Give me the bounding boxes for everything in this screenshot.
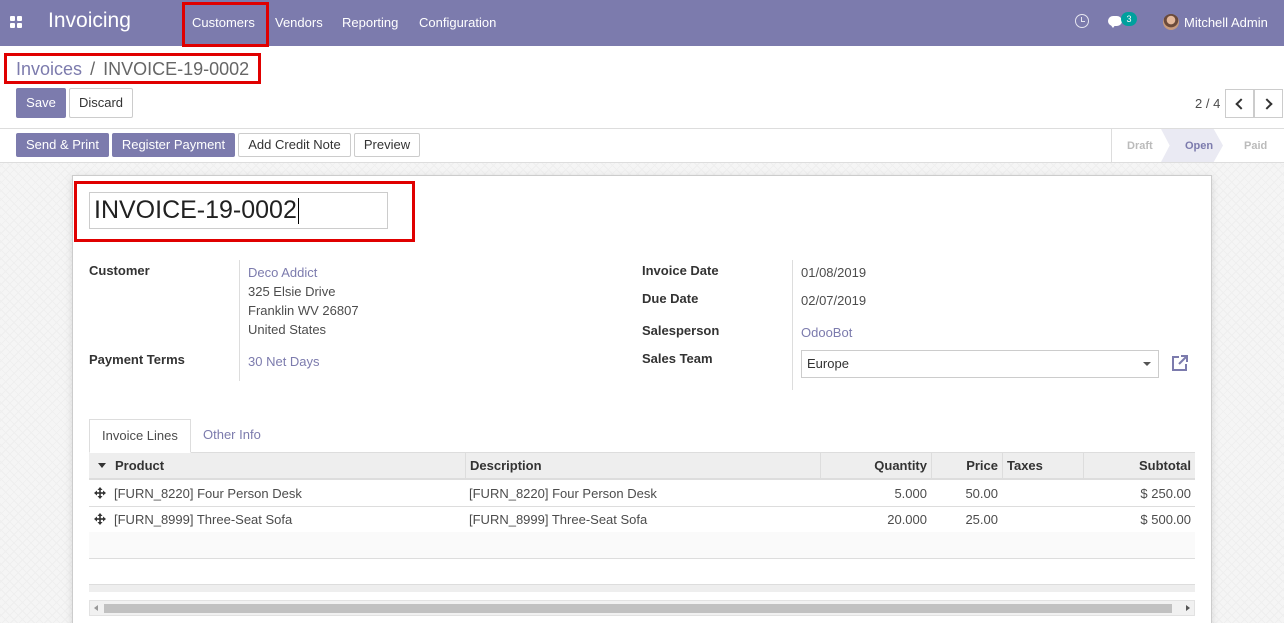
add-credit-note-button[interactable]: Add Credit Note <box>238 133 351 157</box>
chevron-right-icon <box>1261 98 1273 110</box>
chat-count-badge: 3 <box>1121 12 1137 26</box>
salesperson-label: Salesperson <box>642 323 720 338</box>
customer-address-line2: Franklin WV 26807 <box>248 303 359 318</box>
line-product[interactable]: [FURN_8999] Three-Seat Sofa <box>110 507 465 532</box>
scrollbar-thumb[interactable] <box>104 604 1172 613</box>
discard-button[interactable]: Discard <box>69 88 133 118</box>
column-handle-header[interactable] <box>89 453 111 478</box>
scroll-right-arrow-icon[interactable] <box>1186 605 1190 611</box>
menu-configuration[interactable]: Configuration <box>419 15 496 30</box>
horizontal-scrollbar[interactable] <box>89 600 1195 616</box>
register-payment-button[interactable]: Register Payment <box>112 133 235 157</box>
invoice-date-label: Invoice Date <box>642 263 719 278</box>
preview-button[interactable]: Preview <box>354 133 420 157</box>
menu-vendors[interactable]: Vendors <box>275 15 323 30</box>
send-print-button[interactable]: Send & Print <box>16 133 109 157</box>
sales-team-label: Sales Team <box>642 351 713 366</box>
column-quantity[interactable]: Quantity <box>820 453 931 478</box>
line-subtotal: $ 250.00 <box>1140 486 1191 501</box>
due-date-label: Due Date <box>642 291 699 306</box>
column-price[interactable]: Price <box>931 453 1002 478</box>
pager-previous-button[interactable] <box>1225 89 1254 118</box>
line-quantity[interactable]: 5.000 <box>820 481 931 506</box>
line-product[interactable]: [FURN_8220] Four Person Desk <box>110 481 465 506</box>
line-description[interactable]: [FURN_8999] Three-Seat Sofa <box>465 507 820 532</box>
chevron-left-icon <box>1235 98 1247 110</box>
customer-link[interactable]: Deco Addict <box>248 265 317 280</box>
line-taxes[interactable] <box>1002 507 1083 532</box>
caret-down-icon <box>1143 362 1151 366</box>
status-paid[interactable]: Paid <box>1244 140 1267 152</box>
line-description[interactable]: [FURN_8220] Four Person Desk <box>465 481 820 506</box>
annotation-box-customers <box>182 2 269 47</box>
activity-clock-icon[interactable] <box>1075 14 1089 28</box>
customer-address-line1: 325 Elsie Drive <box>248 284 336 299</box>
chat-bubble-icon[interactable] <box>1108 16 1122 28</box>
drag-handle-icon[interactable] <box>94 513 106 525</box>
column-description[interactable]: Description <box>465 453 820 478</box>
line-quantity[interactable]: 20.000 <box>820 507 931 532</box>
lines-table-footer <box>89 584 1195 592</box>
sales-team-select[interactable]: Europe <box>801 350 1159 378</box>
pager-next-button[interactable] <box>1254 89 1283 118</box>
empty-table-row[interactable] <box>89 532 1195 559</box>
tab-invoice-lines[interactable]: Invoice Lines <box>89 419 191 453</box>
line-price[interactable]: 50.00 <box>931 481 1002 506</box>
app-title: Invoicing <box>48 9 131 32</box>
drag-handle-icon[interactable] <box>94 487 106 499</box>
line-taxes[interactable] <box>1002 481 1083 506</box>
external-link-icon[interactable] <box>1170 353 1190 373</box>
save-button[interactable]: Save <box>16 88 66 118</box>
customer-address-line3: United States <box>248 322 327 337</box>
annotation-box-invoice-number <box>74 181 415 242</box>
line-price[interactable]: 25.00 <box>931 507 1002 532</box>
column-product[interactable]: Product <box>111 453 465 478</box>
sort-caret-icon <box>98 463 106 468</box>
invoice-date-value[interactable]: 01/08/2019 <box>801 265 866 280</box>
column-subtotal[interactable]: Subtotal <box>1083 453 1195 478</box>
user-avatar[interactable] <box>1163 14 1179 30</box>
customer-label: Customer <box>89 263 150 278</box>
due-date-value[interactable]: 02/07/2019 <box>801 293 866 308</box>
user-menu[interactable]: Mitchell Admin <box>1184 15 1268 30</box>
table-row[interactable]: [FURN_8999] Three-Seat Sofa [FURN_8999] … <box>89 507 1195 533</box>
tab-other-info[interactable]: Other Info <box>191 419 273 453</box>
right-group-separator <box>792 260 793 390</box>
pager-value: 2 / 4 <box>1195 96 1221 111</box>
salesperson-link[interactable]: OdooBot <box>801 325 852 340</box>
lines-table-header: Product Description Quantity Price Taxes… <box>89 453 1195 480</box>
payment-terms-label: Payment Terms <box>89 352 185 367</box>
apps-grid-icon[interactable] <box>10 16 23 29</box>
payment-terms-link[interactable]: 30 Net Days <box>248 354 320 369</box>
line-subtotal: $ 500.00 <box>1140 512 1191 527</box>
column-taxes[interactable]: Taxes <box>1002 453 1083 478</box>
status-draft[interactable]: Draft <box>1127 140 1153 152</box>
table-row[interactable]: [FURN_8220] Four Person Desk [FURN_8220]… <box>89 481 1195 507</box>
menu-reporting[interactable]: Reporting <box>342 15 398 30</box>
scroll-left-arrow-icon[interactable] <box>94 605 98 611</box>
status-open[interactable]: Open <box>1185 140 1213 152</box>
annotation-box-breadcrumb <box>4 53 261 84</box>
left-group-separator <box>239 260 240 381</box>
sales-team-value: Europe <box>807 356 849 371</box>
